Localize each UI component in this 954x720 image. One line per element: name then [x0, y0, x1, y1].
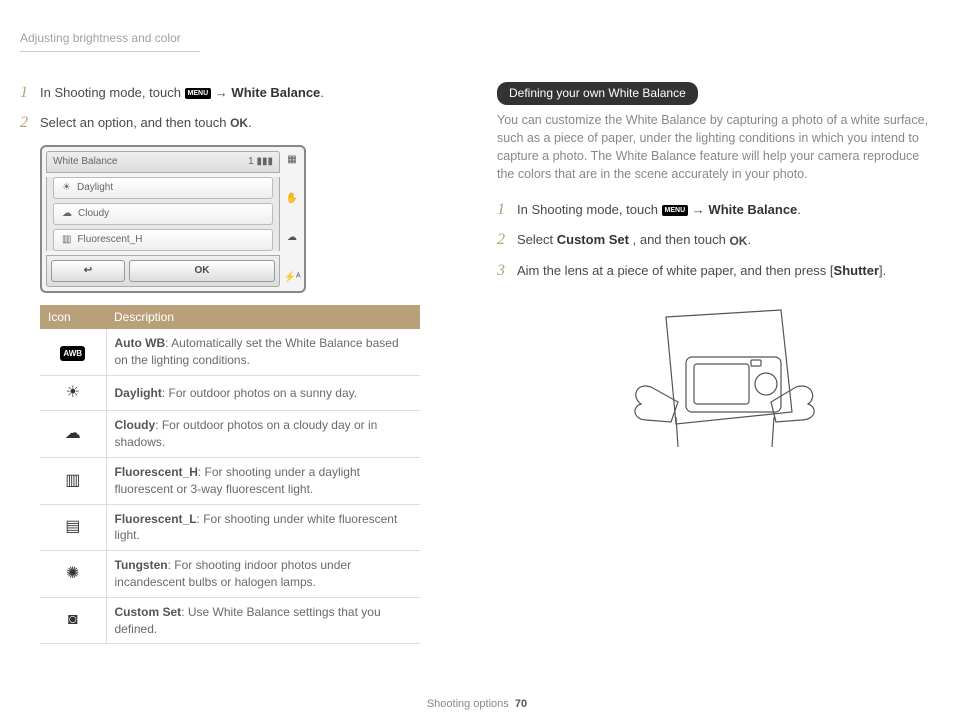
step-2: 2 Select Custom Set , and then touch OK. — [497, 229, 934, 251]
step1-text-a: In Shooting mode, touch — [40, 85, 185, 100]
table-row: ▥Fluorescent_H: For shooting under a day… — [40, 457, 420, 504]
fluorescent-h-icon: ▥ — [40, 457, 106, 504]
ok-icon: OK — [729, 233, 747, 250]
step-number: 2 — [20, 112, 32, 134]
side-icon: ✋ — [286, 192, 298, 206]
left-column: 1 In Shooting mode, touch MENU → White B… — [20, 82, 457, 645]
awb-icon: AWB — [60, 346, 85, 361]
mockup-side-icons: ▦ ✋ ☁ ⚡ᴬ — [284, 151, 300, 287]
mockup-item-fluorescent[interactable]: ▥Fluorescent_H — [53, 229, 273, 251]
subsection-pill: Defining your own White Balance — [497, 82, 698, 105]
step1-arrow: → — [215, 85, 232, 100]
body-text: You can customize the White Balance by c… — [497, 111, 934, 184]
step-number: 2 — [497, 229, 509, 251]
step-number: 1 — [497, 199, 509, 221]
mockup-list: ☀Daylight ☁Cloudy ▥Fluorescent_H — [46, 177, 280, 251]
mockup-item-daylight[interactable]: ☀Daylight — [53, 177, 273, 199]
step-1: 1 In Shooting mode, touch MENU → White B… — [497, 199, 934, 221]
step-3: 3 Aim the lens at a piece of white paper… — [497, 260, 934, 282]
th-desc: Description — [106, 305, 420, 330]
sun-icon: ☀ — [40, 375, 106, 410]
sun-icon: ☀ — [62, 181, 71, 195]
menu-icon: MENU — [662, 205, 689, 216]
camera-screen-mockup: White Balance 1 ▮▮▮ ☀Daylight ☁Cloudy ▥F… — [40, 145, 306, 293]
mockup-header: White Balance 1 ▮▮▮ — [46, 151, 280, 173]
step1-wb: White Balance — [231, 85, 320, 100]
ok-icon: OK — [230, 115, 248, 132]
menu-icon: MENU — [185, 88, 212, 99]
table-row: ▤Fluorescent_L: For shooting under white… — [40, 504, 420, 551]
side-icon: ⚡ᴬ — [284, 271, 301, 285]
fluorescent-l-icon: ▤ — [40, 504, 106, 551]
th-icon: Icon — [40, 305, 106, 330]
table-row: ☀Daylight: For outdoor photos on a sunny… — [40, 375, 420, 410]
section-header: Adjusting brightness and color — [20, 30, 200, 52]
right-column: Defining your own White Balance You can … — [497, 82, 934, 645]
side-icon: ▦ — [287, 153, 296, 167]
custom-set-icon: ◙ — [40, 597, 106, 644]
cloud-icon: ☁ — [40, 411, 106, 458]
fluorescent-icon: ▥ — [62, 233, 71, 247]
mockup-title: White Balance — [53, 155, 117, 169]
mockup-item-cloudy[interactable]: ☁Cloudy — [53, 203, 273, 225]
step2-text: Select an option, and then touch — [40, 115, 230, 130]
back-button[interactable]: ↩ — [51, 260, 125, 282]
cloud-icon: ☁ — [62, 207, 72, 221]
side-icon: ☁ — [287, 231, 297, 245]
tungsten-icon: ✺ — [40, 551, 106, 598]
table-row: ◙Custom Set: Use White Balance settings … — [40, 597, 420, 644]
ok-button[interactable]: OK — [129, 260, 275, 282]
page-footer: Shooting options 70 — [0, 697, 954, 712]
mockup-count: 1 — [248, 156, 254, 167]
step-number: 1 — [20, 82, 32, 104]
footer-section: Shooting options — [427, 698, 509, 710]
page-number: 70 — [515, 698, 527, 710]
battery-icon: ▮▮▮ — [256, 156, 273, 167]
table-row: ☁Cloudy: For outdoor photos on a cloudy … — [40, 411, 420, 458]
illustration-hands-camera-paper — [596, 302, 836, 462]
table-row: ✺Tungsten: For shooting indoor photos un… — [40, 551, 420, 598]
step-2: 2 Select an option, and then touch OK. — [20, 112, 457, 134]
step-1: 1 In Shooting mode, touch MENU → White B… — [20, 82, 457, 104]
step-number: 3 — [497, 260, 509, 282]
mockup-footer: ↩ OK — [46, 255, 280, 287]
table-row: AWBAuto WB: Automatically set the White … — [40, 329, 420, 375]
icon-table: Icon Description AWBAuto WB: Automatical… — [40, 305, 420, 645]
